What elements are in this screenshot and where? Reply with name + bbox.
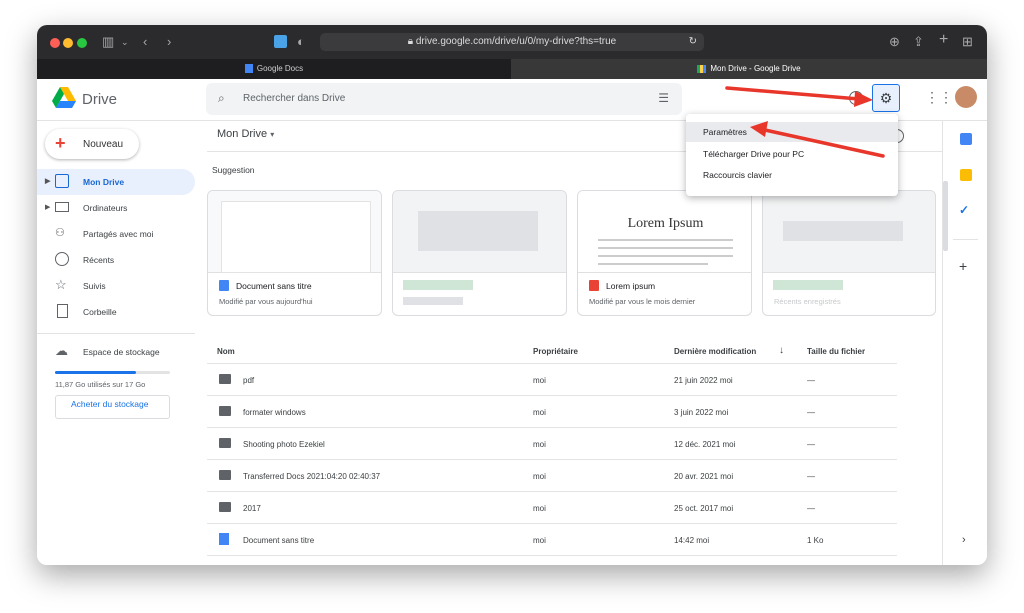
annotation-overlay (725, 86, 885, 158)
annotation-arrow-parametres (763, 128, 885, 158)
annotation-arrow-settings (725, 86, 861, 101)
arrowhead-icon (750, 121, 768, 137)
arrowhead-icon (854, 91, 873, 107)
browser-window: ▥ ⌄ ‹ › ◐ 🔒︎ drive.google.com/drive/u/0/… (37, 25, 987, 565)
